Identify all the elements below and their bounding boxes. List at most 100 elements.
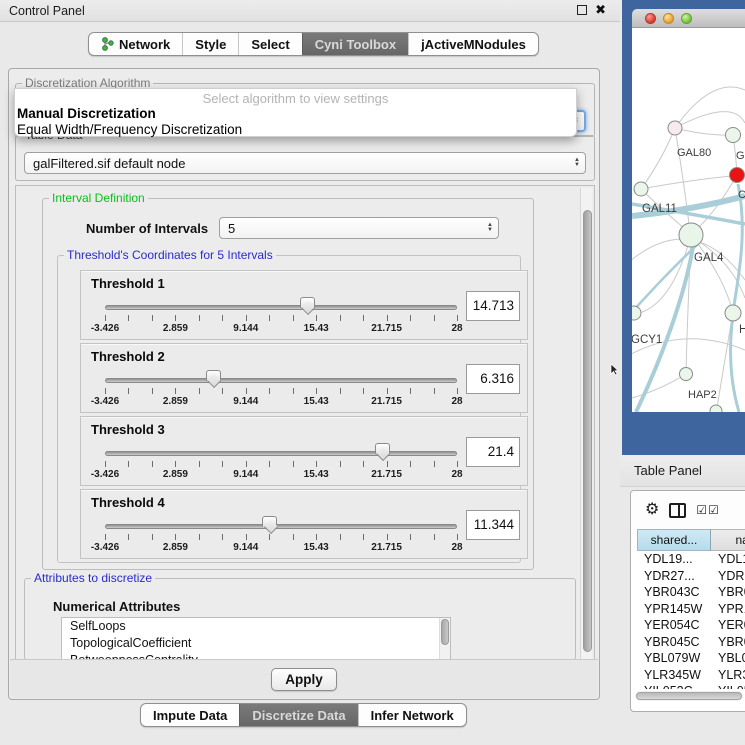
network-node[interactable] (668, 121, 682, 135)
threshold-2-slider[interactable]: -3.4262.8599.14415.4321.71528 (105, 370, 457, 410)
table-data-combobox[interactable]: galFiltered.sif default node ▲▼ (24, 152, 586, 174)
table-row[interactable]: YIL052CYIL052C (637, 683, 745, 689)
tick-label: 28 (451, 396, 462, 407)
tick-label: 21.715 (371, 323, 402, 334)
tick-label: 15.43 (304, 323, 329, 334)
tick-label: 21.715 (371, 469, 402, 480)
table-row[interactable]: YPR145WYPR145W (637, 601, 745, 618)
tick-label: 15.43 (304, 396, 329, 407)
tick-mark (105, 461, 106, 467)
attributes-scrollbar[interactable] (439, 618, 450, 662)
number-of-intervals-combobox[interactable]: 5 ▲▼ (219, 217, 499, 239)
combo-stepper-icon[interactable]: ▲▼ (482, 218, 498, 238)
tick-mark (316, 461, 317, 467)
tick-mark (363, 534, 364, 540)
tick-label: -3.426 (91, 542, 119, 553)
tick-mark (387, 315, 388, 321)
tick-label: 15.43 (304, 542, 329, 553)
tick-mark (222, 315, 223, 321)
tick-mark (105, 315, 106, 321)
table-row[interactable]: YER054CYER054C (637, 617, 745, 634)
tick-mark (293, 534, 294, 540)
tab-infer-network[interactable]: Infer Network (358, 704, 466, 726)
network-node[interactable] (726, 128, 741, 143)
tick-mark (293, 461, 294, 467)
apply-button[interactable]: Apply (271, 668, 337, 691)
column-header-shared-name[interactable]: shared... (637, 529, 711, 551)
tab-discretize-data[interactable]: Discretize Data (239, 704, 357, 726)
slider-thumb[interactable] (375, 443, 390, 454)
threshold-1-value-field[interactable]: 14.713 (466, 291, 520, 321)
threshold-4-value-field[interactable]: 11.344 (466, 510, 520, 540)
tick-mark (387, 461, 388, 467)
algorithm-option-equal-width[interactable]: Equal Width/Frequency Discretization (15, 122, 576, 138)
tick-mark (269, 388, 270, 394)
tab-select[interactable]: Select (238, 33, 301, 55)
close-traffic-light-icon[interactable] (645, 13, 656, 24)
network-node[interactable] (710, 405, 722, 412)
tab-cyni-toolbox[interactable]: Cyni Toolbox (302, 33, 408, 55)
float-window-icon[interactable] (577, 5, 587, 15)
tick-mark (316, 534, 317, 540)
slider-thumb[interactable] (206, 370, 221, 381)
tick-mark (434, 315, 435, 321)
algorithm-option-manual[interactable]: Manual Discretization (15, 106, 576, 122)
threshold-3-slider[interactable]: -3.4262.8599.14415.4321.71528 (105, 443, 457, 483)
control-panel-titlebar: Control Panel ✖ (0, 0, 620, 22)
network-node[interactable] (730, 168, 745, 183)
combo-stepper-icon[interactable]: ▲▼ (569, 153, 585, 173)
threshold-2-value-field[interactable]: 6.316 (466, 364, 520, 394)
table-row[interactable]: YBL079WYBL079W (637, 650, 745, 667)
network-node-label: GAL4 (694, 252, 724, 264)
network-node[interactable] (680, 368, 693, 381)
network-node[interactable] (725, 305, 741, 321)
slider-thumb[interactable] (262, 516, 277, 527)
attribute-list-item[interactable]: TopologicalCoefficient (62, 635, 450, 652)
table-row[interactable]: YBR043CYBR043C (637, 584, 745, 601)
tick-mark (457, 461, 458, 467)
table-row[interactable]: YBR045CYBR045C (637, 634, 745, 651)
tick-mark (363, 388, 364, 394)
network-node[interactable] (632, 306, 641, 320)
settings-scrollbar[interactable] (580, 188, 592, 660)
select-checkboxes-icon[interactable]: ☑☑ (696, 503, 720, 517)
attribute-list-item[interactable]: SelfLoops (62, 618, 450, 635)
network-node-label: H (739, 324, 745, 336)
tab-jactivemnodules[interactable]: jActiveMNodules (408, 33, 538, 55)
tab-style[interactable]: Style (182, 33, 238, 55)
minimize-traffic-light-icon[interactable] (663, 13, 674, 24)
columns-icon[interactable] (669, 503, 686, 518)
network-node-label: GAL11 (642, 203, 677, 215)
numerical-attributes-list[interactable]: SelfLoopsTopologicalCoefficientBetweenne… (61, 617, 451, 663)
network-node[interactable] (679, 223, 703, 247)
tab-impute-data[interactable]: Impute Data (141, 704, 239, 726)
thresholds-group-title: Threshold's Coordinates for 5 Intervals (64, 248, 276, 262)
threshold-3-value-field[interactable]: 21.4 (466, 437, 520, 467)
close-icon[interactable]: ✖ (595, 4, 606, 16)
apply-strip: Apply (10, 659, 598, 698)
numerical-attributes-label: Numerical Attributes (53, 599, 180, 614)
gear-icon[interactable]: ⚙ (645, 502, 659, 518)
network-node[interactable] (634, 182, 648, 196)
tick-mark (152, 534, 153, 540)
table-rows: YDL19...YDL19YDR27...YDR27YBR043CYBR043C… (637, 551, 745, 689)
slider-thumb[interactable] (300, 297, 315, 308)
threshold-1-slider[interactable]: -3.4262.8599.14415.4321.71528 (105, 297, 457, 337)
thresholds-group: Threshold's Coordinates for 5 Intervals … (57, 255, 521, 563)
zoom-traffic-light-icon[interactable] (681, 13, 692, 24)
table-horizontal-scrollbar[interactable] (635, 691, 743, 701)
tick-label: 2.859 (163, 323, 188, 334)
column-header-name[interactable]: name (711, 529, 745, 551)
network-node-label: C (738, 189, 745, 201)
network-canvas[interactable]: GAL80GCGAL11GAL4GCY1HHAP2 (632, 28, 745, 412)
settings-scrollbar-thumb[interactable] (583, 210, 592, 652)
tick-mark (222, 461, 223, 467)
table-row[interactable]: YDR27...YDR27 (637, 568, 745, 585)
threshold-4-slider[interactable]: -3.4262.8599.14415.4321.71528 (105, 516, 457, 556)
table-row[interactable]: YDL19...YDL19 (637, 551, 745, 568)
tick-label: -3.426 (91, 396, 119, 407)
network-icon (101, 37, 114, 51)
network-node-label: G (736, 150, 745, 162)
table-row[interactable]: YLR345WYLR345W (637, 667, 745, 684)
tab-network[interactable]: Network (89, 33, 182, 55)
